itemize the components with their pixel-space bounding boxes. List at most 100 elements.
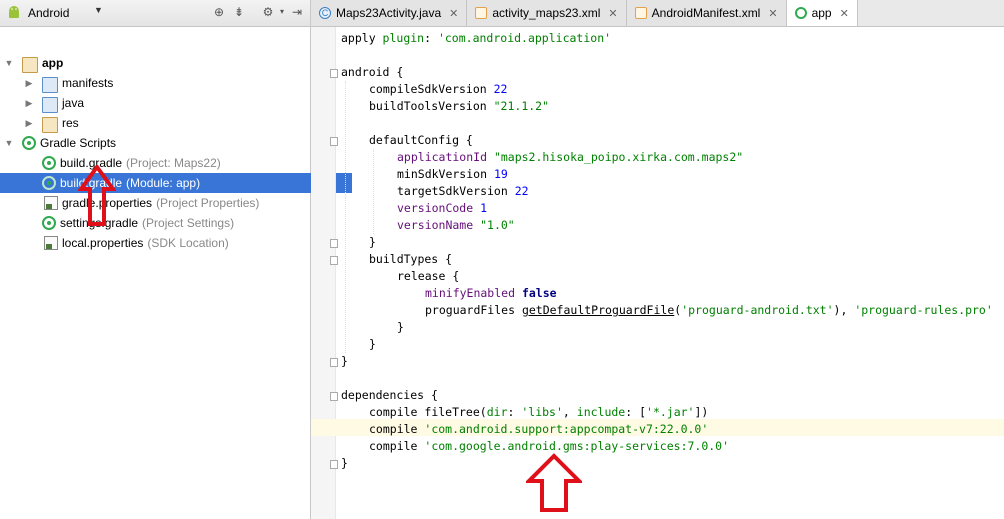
tree-item-settings-gradle[interactable]: settings.gradle (Project Settings) [0,213,352,233]
code-token: 'proguard-rules.pro' [854,303,993,317]
fold-marker-icon[interactable] [330,256,338,265]
gradle-icon [42,156,56,170]
tree-item-manifests[interactable]: ▶ manifests [0,73,334,93]
expanded-arrow-icon[interactable]: ▼ [4,58,14,68]
editor-tabs: C Maps23Activity.java ✕ activity_maps23.… [311,0,1004,27]
tree-item-label: res [62,116,79,130]
code-line: } [369,234,376,251]
up-arrow-annotation-icon [78,165,116,226]
fold-marker-icon[interactable] [330,137,338,146]
code-token: defaultConfig { [369,133,473,147]
folder-icon [42,76,58,93]
code-token: targetSdkVersion [397,184,515,198]
code-line: } [341,353,348,370]
indent-guide [345,81,346,353]
code-token: } [369,235,376,249]
tree-item-label: Gradle Scripts [40,136,117,150]
fold-marker-icon[interactable] [330,239,338,248]
code-token: ]) [694,405,709,419]
close-icon[interactable]: ✕ [840,7,849,20]
tree-item-gradle-properties[interactable]: gradle.properties (Project Properties) [0,193,354,213]
code-line: minSdkVersion 19 [397,166,508,183]
tree-item-build-gradle-project[interactable]: build.gradle (Project: Maps22) [0,153,352,173]
tree-item-gradle-scripts[interactable]: ▼ Gradle Scripts [0,133,314,153]
tree-item-res[interactable]: ▶ res [0,113,334,133]
tab-activity-maps23-xml[interactable]: activity_maps23.xml ✕ [467,0,627,26]
tree-item-local-properties[interactable]: local.properties (SDK Location) [0,233,354,253]
gear-icon[interactable]: ⚙ [261,5,275,19]
code-line: applicationId "maps2.hisoka_poipo.xirka.… [397,149,743,166]
close-icon[interactable]: ✕ [768,7,777,20]
code-token: minSdkVersion [397,167,494,181]
close-icon[interactable]: ✕ [608,7,617,20]
gear-dropdown-icon[interactable]: ▾ [275,5,289,19]
collapse-all-icon[interactable]: ⇟ [232,5,246,19]
indent-guide [373,149,374,234]
fold-marker-icon[interactable] [330,460,338,469]
tab-label: AndroidManifest.xml [651,6,761,20]
fold-marker-icon[interactable] [330,358,338,367]
code-line: versionCode 1 [397,200,487,217]
tree-item-label: local.properties [62,236,144,250]
close-icon[interactable]: ✕ [449,7,458,20]
code-token: plugin [382,31,425,45]
code-token: : [ [625,405,647,419]
tab-app[interactable]: app ✕ [786,0,858,26]
xml-file-icon [475,7,488,19]
tree-item-app[interactable]: ▼ app [0,53,314,73]
code-line: } [369,336,376,353]
java-class-icon: C [319,7,331,19]
code-line: compileSdkVersion 22 [369,81,507,98]
code-token: proguardFiles [425,303,522,317]
gradle-icon [42,216,56,230]
code-line: apply plugin: 'com.android.application' [341,30,611,47]
collapsed-arrow-icon[interactable]: ▶ [24,78,34,89]
code-token: '*.jar' [646,405,695,419]
gradle-icon [42,176,56,190]
code-line: defaultConfig { [369,132,473,149]
code-token: ), [833,303,855,317]
code-token: apply [341,31,383,45]
code-token: : [424,31,438,45]
properties-file-icon [44,236,58,250]
tree-item-hint: (Project Settings) [142,216,235,230]
tree-item-build-gradle-module[interactable]: build.gradle (Module: app) [0,173,352,193]
tree-item-label: app [42,56,64,70]
code-token: fileTree [424,405,480,419]
tab-android-manifest[interactable]: AndroidManifest.xml ✕ [626,0,787,26]
code-line: compile 'com.android.support:appcompat-v… [369,421,708,438]
code-token: versionCode [397,201,481,215]
code-token: 'libs' [521,405,563,419]
code-line: buildTypes { [369,251,452,268]
tree-item-hint: (SDK Location) [147,236,229,250]
collapsed-arrow-icon[interactable]: ▶ [24,98,34,109]
fold-marker-icon[interactable] [330,69,338,78]
folder-icon [42,96,58,113]
folder-icon [42,116,58,133]
code-token: } [341,456,348,470]
expanded-arrow-icon[interactable]: ▼ [4,138,14,148]
code-token: 1 [480,201,488,215]
project-pane-toolbar: Android ▼ ⊕ ⇟ ⚙ ▾ ⇥ [0,0,310,27]
project-view-label: Android [28,6,70,20]
fold-marker-icon[interactable] [330,392,338,401]
code-line: minifyEnabled false [425,285,557,302]
code-line: targetSdkVersion 22 [397,183,529,200]
collapsed-arrow-icon[interactable]: ▶ [24,118,34,129]
code-token: "maps2.hisoka_poipo.xirka.com.maps2" [493,150,744,164]
project-view-selector[interactable]: Android ▼ [6,4,106,22]
code-line: compile fileTree(dir: 'libs', include: [… [369,404,708,421]
locate-icon[interactable]: ⊕ [212,5,226,19]
chevron-down-icon: ▼ [94,5,103,15]
code-line: proguardFiles getDefaultProguardFile('pr… [425,302,993,319]
tab-maps23-activity[interactable]: C Maps23Activity.java ✕ [311,0,468,26]
code-token: buildTypes { [369,252,453,266]
tree-item-java[interactable]: ▶ java [0,93,334,113]
gradle-icon [22,136,36,150]
hide-pane-icon[interactable]: ⇥ [290,5,304,19]
code-token: minifyEnabled [425,286,522,300]
code-token: false [521,286,557,300]
code-line: versionName "1.0" [397,217,515,234]
code-token: : [507,405,522,419]
project-pane: Android ▼ ⊕ ⇟ ⚙ ▾ ⇥ ▼ app ▶ manifests ▶ … [0,0,352,519]
